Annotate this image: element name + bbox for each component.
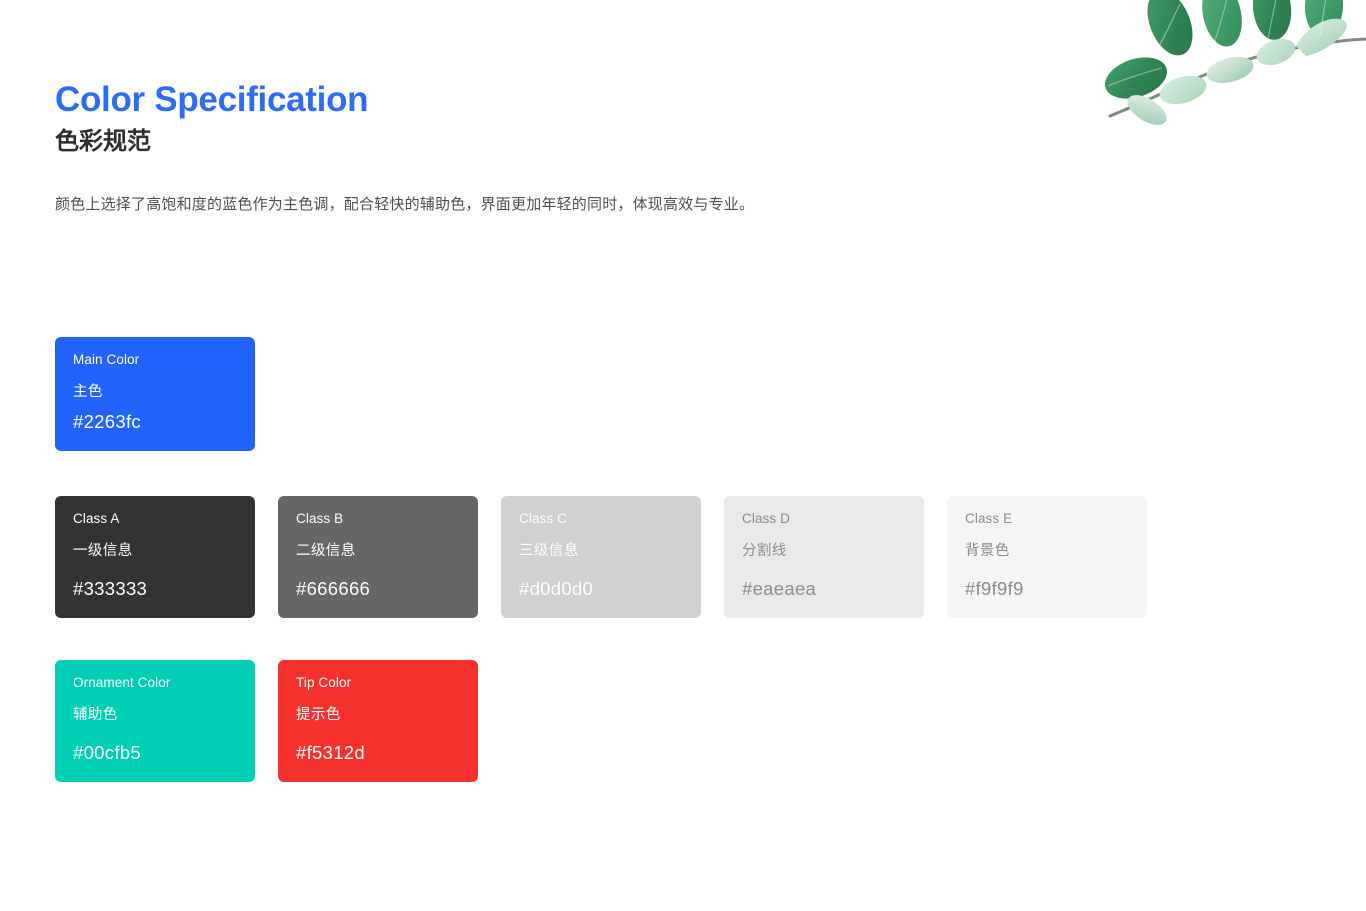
color-card-en-label: Class E xyxy=(965,511,1013,526)
color-card-cn-label: 背景色 xyxy=(965,542,1010,559)
color-card-cn-label: 三级信息 xyxy=(519,542,579,559)
color-card-class-a[interactable]: Class A 一级信息 #333333 xyxy=(55,496,255,618)
color-card-hex-value: #2263fc xyxy=(73,410,141,432)
swatch-row-neutral: Class A 一级信息 #333333 Class B 二级信息 #66666… xyxy=(55,496,1147,618)
page-header: Color Specification 色彩规范 颜色上选择了高饱和度的蓝色作为… xyxy=(55,0,1366,216)
color-card-cn-label: 主色 xyxy=(73,383,103,400)
swatch-row-accent: Ornament Color 辅助色 #00cfb5 Tip Color 提示色… xyxy=(55,660,1147,782)
color-card-class-c[interactable]: Class C 三级信息 #d0d0d0 xyxy=(501,496,701,618)
color-card-hex-value: #f5312d xyxy=(296,741,365,763)
color-card-class-b[interactable]: Class B 二级信息 #666666 xyxy=(278,496,478,618)
color-card-class-d[interactable]: Class D 分割线 #eaeaea xyxy=(724,496,924,618)
color-card-cn-label: 分割线 xyxy=(742,542,787,559)
color-card-en-label: Ornament Color xyxy=(73,675,171,690)
color-card-cn-label: 辅助色 xyxy=(73,706,118,723)
color-card-en-label: Class C xyxy=(519,511,567,526)
color-card-hex-value: #eaeaea xyxy=(742,577,817,599)
swatch-row-main: Main Color 主色 #2263fc xyxy=(55,337,1147,451)
color-card-en-label: Tip Color xyxy=(296,675,352,690)
color-card-tip-color[interactable]: Tip Color 提示色 #f5312d xyxy=(278,660,478,782)
color-card-hex-value: #d0d0d0 xyxy=(519,577,594,599)
color-card-ornament-color[interactable]: Ornament Color 辅助色 #00cfb5 xyxy=(55,660,255,782)
color-card-en-label: Class A xyxy=(73,511,120,526)
color-card-class-e[interactable]: Class E 背景色 #f9f9f9 xyxy=(947,496,1147,618)
color-card-main-color[interactable]: Main Color 主色 #2263fc xyxy=(55,337,255,451)
color-card-hex-value: #f9f9f9 xyxy=(965,577,1024,599)
page-title: Color Specification xyxy=(55,80,369,119)
color-card-cn-label: 二级信息 xyxy=(296,542,356,559)
color-card-hex-value: #333333 xyxy=(73,577,148,599)
color-card-hex-value: #666666 xyxy=(296,577,371,599)
color-card-en-label: Class B xyxy=(296,511,344,526)
color-card-en-label: Main Color xyxy=(73,352,140,367)
page-description: 颜色上选择了高饱和度的蓝色作为主色调，配合轻快的辅助色，界面更加年轻的同时，体现… xyxy=(55,195,755,213)
color-swatch-grid: Main Color 主色 #2263fc Class A 一级信息 #3333… xyxy=(55,337,1147,782)
color-card-cn-label: 一级信息 xyxy=(73,542,133,559)
color-card-en-label: Class D xyxy=(742,511,790,526)
page-subtitle: 色彩规范 xyxy=(55,127,151,155)
color-card-hex-value: #00cfb5 xyxy=(73,741,141,763)
color-card-cn-label: 提示色 xyxy=(296,706,341,723)
